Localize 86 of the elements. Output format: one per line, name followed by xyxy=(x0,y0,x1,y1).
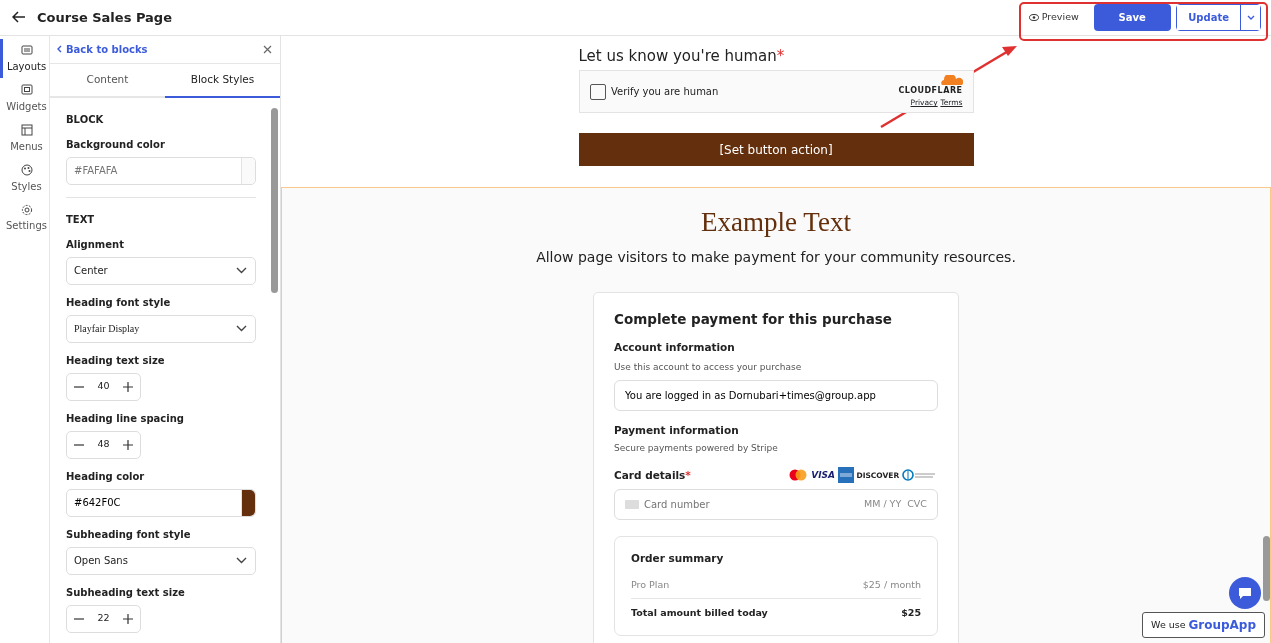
color-swatch[interactable] xyxy=(241,157,255,184)
color-field[interactable]: #FAFAFA xyxy=(66,156,256,185)
update-button[interactable]: Update xyxy=(1177,4,1241,30)
panel-tab[interactable]: Content xyxy=(50,63,165,98)
palette-icon xyxy=(20,163,33,176)
close-icon[interactable] xyxy=(263,44,272,54)
rail-tab[interactable]: Menus xyxy=(0,118,50,158)
card-number-input[interactable]: Card number xyxy=(644,496,864,512)
scrollbar-thumb[interactable] xyxy=(271,107,278,293)
rail-tab[interactable]: Settings xyxy=(0,197,50,238)
subheading: Payment information xyxy=(614,423,740,439)
account-field[interactable]: You are logged in as Dornubari+times@group.app xyxy=(625,388,927,404)
chevron-down-icon xyxy=(236,557,247,564)
cvc-placeholder: CVC xyxy=(907,497,927,512)
item-price: $25 / month xyxy=(862,578,921,593)
diners-icon xyxy=(902,469,938,482)
layout-icon xyxy=(20,44,33,57)
field-label: Subheading font style xyxy=(66,527,192,542)
field-label: Subheading text size xyxy=(66,585,186,600)
chevron-left-icon xyxy=(56,45,62,54)
section-subheading: Allow page visitors to make payment for your community resources. xyxy=(535,247,1017,267)
widget-icon xyxy=(20,84,33,97)
rail-tab[interactable]: Layouts xyxy=(0,38,50,79)
provider-name: CLOUDFLARE xyxy=(898,85,963,98)
badge-text: We use xyxy=(1151,617,1186,632)
select-field[interactable]: Open Sans xyxy=(66,546,256,575)
note: Secure payments powered by Stripe xyxy=(614,441,779,455)
field-label: Card details* xyxy=(614,467,691,483)
amex-icon xyxy=(837,467,854,484)
eye-icon xyxy=(1029,13,1039,21)
caret-icon xyxy=(1246,15,1255,21)
section-heading: TEXT xyxy=(66,196,256,227)
captcha-label: Let us know you're human* xyxy=(578,45,786,67)
settings-icon xyxy=(20,203,33,216)
total-label: Total amount billed today xyxy=(631,606,768,621)
save-button[interactable]: Save xyxy=(1093,3,1171,31)
field-label: Heading color xyxy=(66,469,146,484)
captcha-checkbox[interactable] xyxy=(589,83,606,100)
total-value: $25 xyxy=(901,606,921,621)
color-swatch[interactable] xyxy=(241,489,255,516)
page-title: Course Sales Page xyxy=(37,8,172,27)
select-field[interactable]: Playfair Display xyxy=(66,314,256,343)
branding-badge[interactable]: We use GroupApp xyxy=(1142,612,1265,638)
checkbox-label: Verify you are human xyxy=(611,85,719,100)
stepper-value: 48 xyxy=(96,437,111,452)
brand-name: GroupApp xyxy=(1188,617,1256,634)
back-link[interactable]: Back to blocks xyxy=(66,41,148,57)
visa-logo: VISA xyxy=(811,468,835,482)
field-label: Heading line spacing xyxy=(66,411,185,426)
mastercard-icon xyxy=(788,469,809,482)
color-input[interactable]: #642F0C xyxy=(67,495,241,510)
chevron-down-icon xyxy=(236,267,247,274)
subheading: Account information xyxy=(614,340,736,355)
menu-icon xyxy=(20,124,33,136)
select-field[interactable]: Center xyxy=(66,256,256,285)
back-arrow-icon[interactable] xyxy=(12,11,26,24)
action-button[interactable]: [Set button action] xyxy=(578,133,974,167)
card-icon xyxy=(625,499,639,509)
field-label: Background color xyxy=(66,137,166,152)
preview-button[interactable]: Preview xyxy=(1028,9,1080,26)
scrollbar-thumb[interactable] xyxy=(1263,535,1270,601)
note: Use this account to access your purchase xyxy=(614,361,803,375)
account-field-box[interactable]: You are logged in as Dornubari+times@group.app xyxy=(614,380,938,412)
card-field[interactable]: Card number MM / YY CVC xyxy=(614,488,938,520)
chevron-down-icon xyxy=(236,325,247,332)
chat-bubble-icon xyxy=(1238,586,1252,600)
item-name: Pro Plan xyxy=(631,578,670,593)
plus-icon xyxy=(123,381,133,392)
color-field[interactable]: #642F0C xyxy=(66,488,256,517)
plus-icon xyxy=(123,439,133,450)
panel-tab[interactable]: Block Styles xyxy=(165,63,280,98)
rail-tab[interactable]: Widgets xyxy=(0,78,50,118)
stepper-value: 22 xyxy=(96,611,111,626)
section-heading: Example Text xyxy=(700,206,852,240)
stepper-value: 40 xyxy=(96,379,111,394)
card-title: Complete payment for this purchase xyxy=(614,309,893,329)
cloud-icon xyxy=(938,75,963,86)
color-input[interactable]: #FAFAFA xyxy=(67,163,241,178)
field-label: Alignment xyxy=(66,237,125,252)
plus-icon xyxy=(123,613,133,624)
rail-tab[interactable]: Styles xyxy=(0,157,50,198)
field-label: Heading font style xyxy=(66,295,172,310)
section-heading: BLOCK xyxy=(66,112,105,127)
summary-title: Order summary xyxy=(631,550,725,566)
field-label: Heading text size xyxy=(66,353,166,368)
expiry-placeholder: MM / YY xyxy=(864,497,902,512)
